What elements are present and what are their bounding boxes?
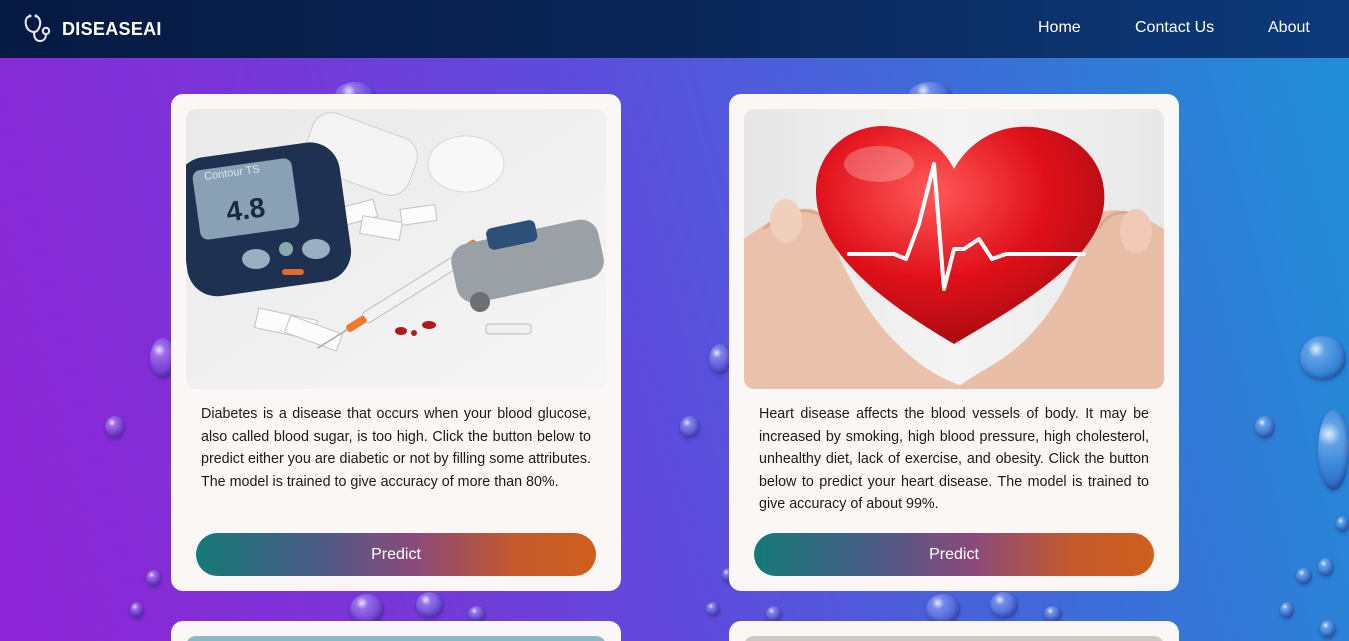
bubble: [1044, 606, 1062, 622]
nav-contact-link[interactable]: Contact Us: [1135, 19, 1214, 37]
bubble: [1318, 558, 1334, 576]
bubble: [1296, 568, 1312, 584]
bubble: [709, 344, 731, 374]
navbar: DISEASEAI Home Contact Us About: [0, 0, 1349, 58]
diabetes-description: Diabetes is a disease that occurs when y…: [201, 406, 591, 490]
bubble: [146, 570, 162, 586]
bubble: [1336, 516, 1349, 532]
bubble: [1300, 336, 1346, 380]
bubble: [990, 592, 1018, 618]
nav-about-link[interactable]: About: [1268, 19, 1310, 37]
bubble: [706, 602, 720, 616]
bubble: [1320, 620, 1336, 638]
heart-description: Heart disease affects the blood vessels …: [759, 406, 1149, 513]
brand-name: DISEASEAI: [62, 18, 162, 39]
card-peek-left: [171, 621, 621, 641]
diabetes-image: Contour TS 4.8: [186, 109, 606, 389]
card-peek-right-image: [744, 636, 1164, 641]
bubble: [1255, 416, 1275, 438]
diabetes-predict-button[interactable]: Predict: [196, 533, 596, 576]
bubble: [926, 594, 960, 624]
heart-image: [744, 109, 1164, 389]
bubble: [350, 594, 384, 624]
bubble: [680, 416, 700, 438]
brand-link[interactable]: DISEASEAI: [22, 13, 162, 45]
nav-home-link[interactable]: Home: [1038, 19, 1081, 37]
heart-card: Heart disease affects the blood vessels …: [729, 94, 1179, 591]
stethoscope-icon: [24, 14, 51, 43]
heart-predict-button[interactable]: Predict: [754, 533, 1154, 576]
diabetes-card: Contour TS 4.8 Diabetes is a disease tha…: [171, 94, 621, 591]
bubble: [416, 592, 444, 618]
bubble: [105, 416, 125, 438]
bubble: [130, 602, 144, 618]
bubble: [766, 606, 782, 622]
bubble: [1318, 410, 1349, 490]
card-peek-right: [729, 621, 1179, 641]
bubble: [468, 606, 486, 622]
card-peek-left-image: [186, 636, 606, 641]
bubble: [1280, 602, 1294, 618]
meter-reading: 4.8: [224, 192, 267, 228]
